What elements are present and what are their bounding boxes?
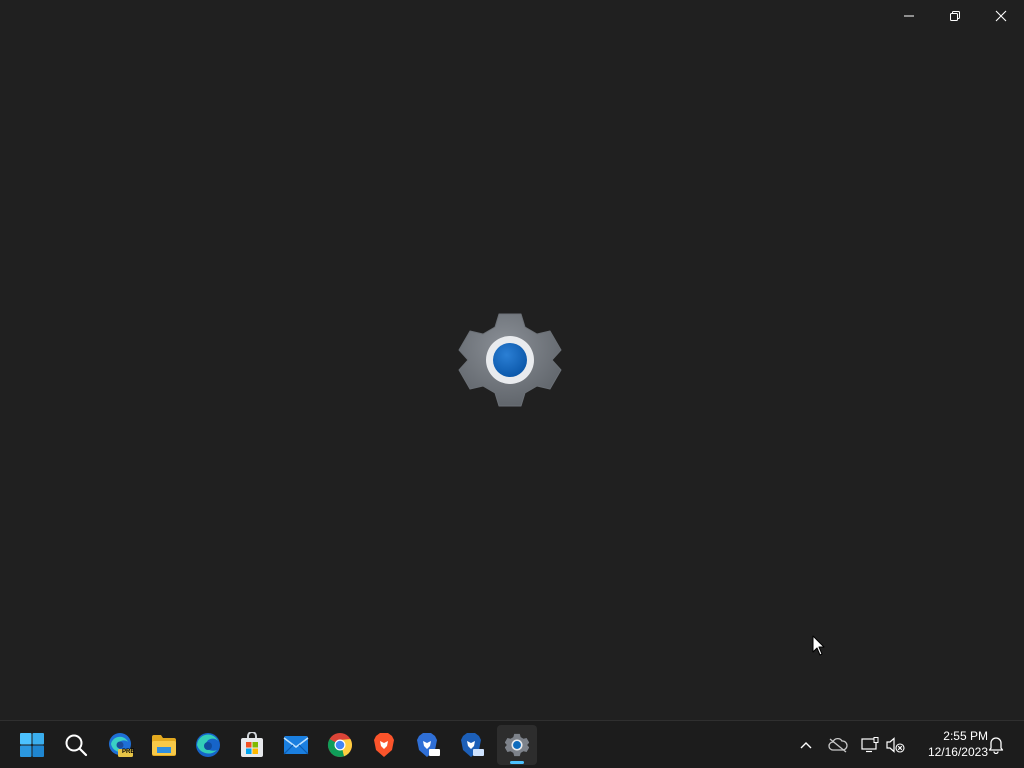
- show-hidden-icons-button[interactable]: [794, 733, 818, 757]
- restore-icon: [950, 11, 960, 21]
- caption-buttons: [886, 0, 1024, 32]
- folder-icon: [152, 735, 176, 756]
- edge-preview-badge: PRE: [122, 749, 135, 755]
- brave-beta-icon: [417, 733, 440, 757]
- taskbar: PRE 2:55 PM 12/16/2023: [0, 720, 1024, 768]
- store-icon: [241, 732, 263, 757]
- taskbar-edge-preview[interactable]: PRE: [100, 725, 140, 765]
- mouse-cursor-icon: [812, 635, 825, 656]
- settings-window: [0, 0, 1024, 720]
- taskbar-brave-beta[interactable]: [408, 725, 448, 765]
- brave-icon: [374, 733, 394, 757]
- edge-icon: [196, 733, 220, 757]
- taskbar-store[interactable]: [232, 725, 272, 765]
- onedrive-offline-icon: [828, 737, 848, 753]
- notification-center-button[interactable]: [984, 733, 1008, 757]
- taskbar-mail[interactable]: [276, 725, 316, 765]
- taskbar-brave-nightly[interactable]: [452, 725, 492, 765]
- taskbar-chrome[interactable]: [320, 725, 360, 765]
- volume-tray-button[interactable]: [884, 733, 908, 757]
- clock-time: 2:55 PM: [943, 729, 988, 743]
- taskbar-clock[interactable]: 2:55 PM 12/16/2023: [912, 728, 988, 760]
- onedrive-tray-button[interactable]: [826, 733, 850, 757]
- minimize-button[interactable]: [886, 0, 932, 32]
- taskbar-settings[interactable]: [497, 725, 537, 765]
- taskbar-file-explorer[interactable]: [144, 725, 184, 765]
- minimize-icon: [904, 15, 914, 17]
- brave-nightly-icon: [461, 733, 484, 757]
- close-button[interactable]: [978, 0, 1024, 32]
- restore-button[interactable]: [932, 0, 978, 32]
- clock-date: 12/16/2023: [927, 745, 988, 759]
- network-icon: [861, 737, 879, 753]
- windows-start-icon: [20, 733, 44, 757]
- active-app-indicator: [510, 761, 524, 764]
- taskbar-search-button[interactable]: [56, 725, 96, 765]
- taskbar-edge[interactable]: [188, 725, 228, 765]
- search-icon: [65, 734, 88, 757]
- settings-gear-icon: [505, 733, 529, 757]
- chrome-icon: [327, 733, 352, 758]
- mail-icon: [283, 736, 309, 755]
- settings-splash-gear-icon: [458, 313, 562, 407]
- bell-icon: [988, 737, 1004, 754]
- taskbar-start-button[interactable]: [12, 725, 52, 765]
- taskbar-brave[interactable]: [364, 725, 404, 765]
- close-icon: [995, 10, 1007, 22]
- chevron-up-icon: [800, 742, 812, 749]
- volume-muted-icon: [886, 737, 905, 753]
- network-tray-button[interactable]: [858, 733, 882, 757]
